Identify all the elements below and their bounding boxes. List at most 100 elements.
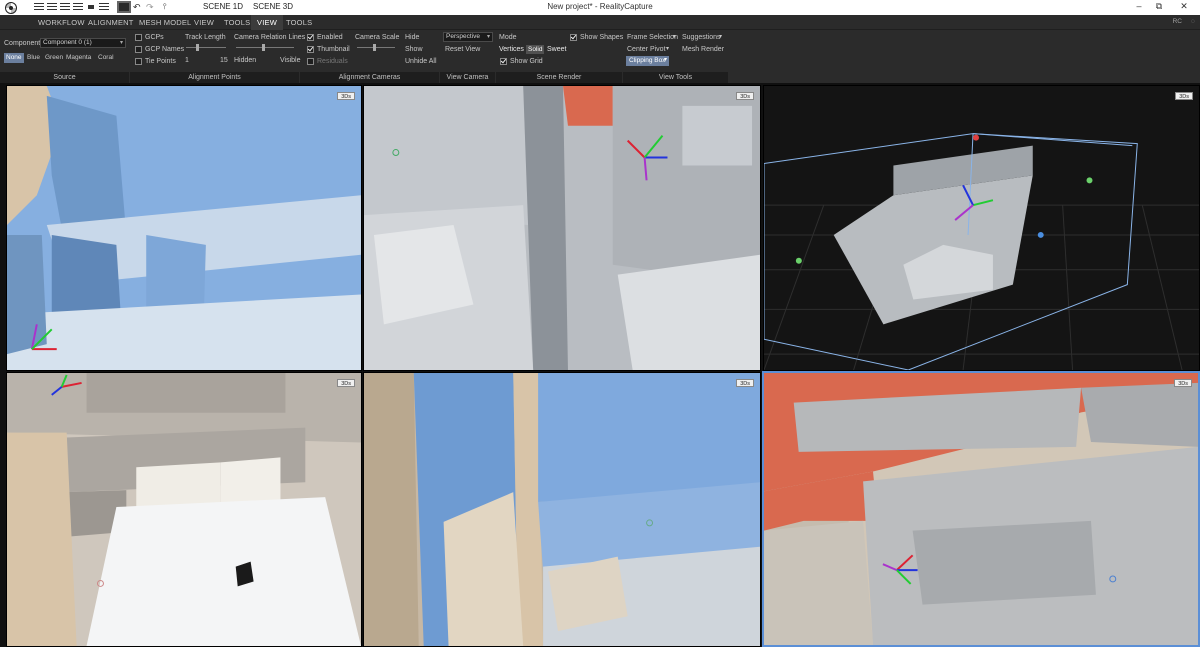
mode-vertices-button[interactable]: Vertices [499,45,524,54]
menu-view-active[interactable]: VIEW [251,15,283,30]
viewport-2-mode-tag[interactable]: 3Ds [736,92,754,100]
menu-workflow[interactable]: WORKFLOW [38,18,85,27]
maximize-button[interactable]: ⧉ [1152,1,1166,13]
minimize-button[interactable]: – [1132,1,1146,13]
menu-mesh-model[interactable]: MESH MODEL [139,18,191,27]
camera-scale-slider[interactable] [357,44,395,51]
viewport-3-mode-tag[interactable]: 3Ds [1175,92,1193,100]
gcps-label: GCPs [145,34,164,41]
clip-handle-left[interactable] [795,257,802,264]
viewport-5-mode-tag[interactable]: 3Ds [736,379,754,387]
color-blue-chip[interactable]: Blue [25,53,42,63]
hide-button[interactable]: Hide [405,33,419,42]
suggestions-button[interactable]: Suggestions [682,33,721,42]
layout-5-icon[interactable] [99,3,109,11]
projection-dropdown[interactable]: Perspective [443,32,493,42]
clipping-box-button[interactable]: Clipping Box [626,56,669,66]
viewport-grid: 3Ds 3Ds 3Ds 3Ds 3Ds 3Ds [0,83,1200,647]
center-pivot-arrow-icon[interactable]: ▾ [666,45,669,54]
menu-view[interactable]: VIEW [194,18,214,27]
show-shapes-label: Show Shapes [580,34,624,41]
layout-4-icon[interactable] [73,3,83,11]
clip-handle-right[interactable] [1086,177,1093,184]
color-none-chip[interactable]: None [4,53,24,63]
menu-tools[interactable]: TOOLS [224,18,250,27]
viewport-1-mode-tag[interactable]: 3Ds [337,92,355,100]
thumbnail-label: Thumbnail [317,46,350,53]
viewport-6-mode-tag[interactable]: 3Ds [1174,379,1192,387]
gcp-names-checkbox[interactable] [135,46,142,53]
color-magenta-chip[interactable]: Magenta [64,53,93,63]
gcp-names-label: GCP Names [145,46,185,53]
mode-solid-button[interactable]: Solid [526,45,545,54]
viewport-5-render [364,373,760,646]
viewport-3[interactable]: 3Ds [763,85,1200,371]
visible-label: Visible [280,57,301,64]
viewport-1-render [7,86,361,370]
clip-handle-front[interactable] [1037,231,1044,238]
camera-relation-lines-slider[interactable] [236,44,294,51]
track-max-label: 15 [220,57,228,64]
component-dropdown[interactable]: Component 0 (1) [40,38,126,48]
menu-bar: WORKFLOW ALIGNMENT MESH MODEL VIEW TOOLS… [0,15,1200,30]
tie-points-checkbox[interactable] [135,58,142,65]
close-button[interactable]: ✕ [1177,1,1191,13]
show-grid-checkbox[interactable] [500,58,507,65]
track-min-label: 1 [185,57,189,64]
thumbnail-checkbox[interactable] [307,46,314,53]
mode-label: Mode [499,34,517,41]
tie-points-label: Tie Points [145,58,176,65]
show-shapes-checkbox[interactable] [570,34,577,41]
gcps-checkbox[interactable] [135,34,142,41]
clipping-box-arrow-icon[interactable]: ▾ [664,56,667,65]
frame-selection-arrow-icon[interactable]: ▾ [673,33,676,42]
layout-selected-icon[interactable] [117,1,131,13]
scene-tab-3d[interactable]: SCENE 3D [253,2,293,11]
mode-sweet-button[interactable]: Sweet [547,45,566,54]
viewport-2[interactable]: 3Ds [363,85,761,371]
viewport-6-render [764,373,1198,645]
hidden-label: Hidden [234,57,257,64]
help-icon[interactable]: ◌ [1191,18,1195,25]
residuals-checkbox[interactable] [307,58,314,65]
layout-1-icon[interactable] [34,3,44,11]
track-length-knob[interactable] [196,44,199,51]
unhide-all-button[interactable]: Unhide All [405,57,437,66]
menu-alignment[interactable]: ALIGNMENT [88,18,134,27]
camera-scale-knob[interactable] [373,44,376,51]
account-badge[interactable]: RC [1173,18,1182,25]
suggestions-arrow-icon[interactable]: ▾ [719,33,722,42]
color-green-chip[interactable]: Green [43,53,65,63]
redo-icon[interactable]: ↷ [146,2,154,13]
viewport-5[interactable]: 3Ds [363,372,761,647]
viewport-4-mode-tag[interactable]: 3Ds [337,379,355,387]
section-source: Source [0,72,130,83]
undo-icon[interactable]: ↶ [133,2,141,13]
section-alignment-points: Alignment Points [130,72,300,83]
pin-icon[interactable]: ⫯ [163,2,166,13]
viewport-4[interactable]: 3Ds [6,372,362,647]
residuals-label: Residuals [317,58,348,65]
menu-tools-2[interactable]: TOOLS [286,18,312,27]
layout-2-icon[interactable] [47,3,57,11]
viewport-4-render [7,373,361,646]
scene-tab-1d[interactable]: SCENE 1D [203,2,243,11]
color-coral-chip[interactable]: Coral [96,53,116,63]
show-grid-label: Show Grid [510,58,543,65]
enabled-checkbox[interactable] [307,34,314,41]
center-pivot-button[interactable]: Center Pivot [627,45,666,54]
mesh-render-button[interactable]: Mesh Render [682,45,724,54]
window-title: New project* - RealityCapture [547,2,653,11]
viewport-1[interactable]: 3Ds [6,85,362,371]
clip-handle-top[interactable] [973,134,980,141]
camera-scale-label: Camera Scale [355,34,400,41]
show-button[interactable]: Show [405,45,423,54]
reset-view-button[interactable]: Reset View [445,45,480,54]
frame-selection-button[interactable]: Frame Selection [627,33,678,42]
viewport-6[interactable]: 3Ds [762,371,1200,647]
layout-grid-icon[interactable] [86,3,96,11]
track-length-slider[interactable] [186,44,226,51]
realitycapture-logo-icon[interactable] [4,1,18,15]
camera-relation-lines-knob[interactable] [262,44,265,51]
layout-3-icon[interactable] [60,3,70,11]
